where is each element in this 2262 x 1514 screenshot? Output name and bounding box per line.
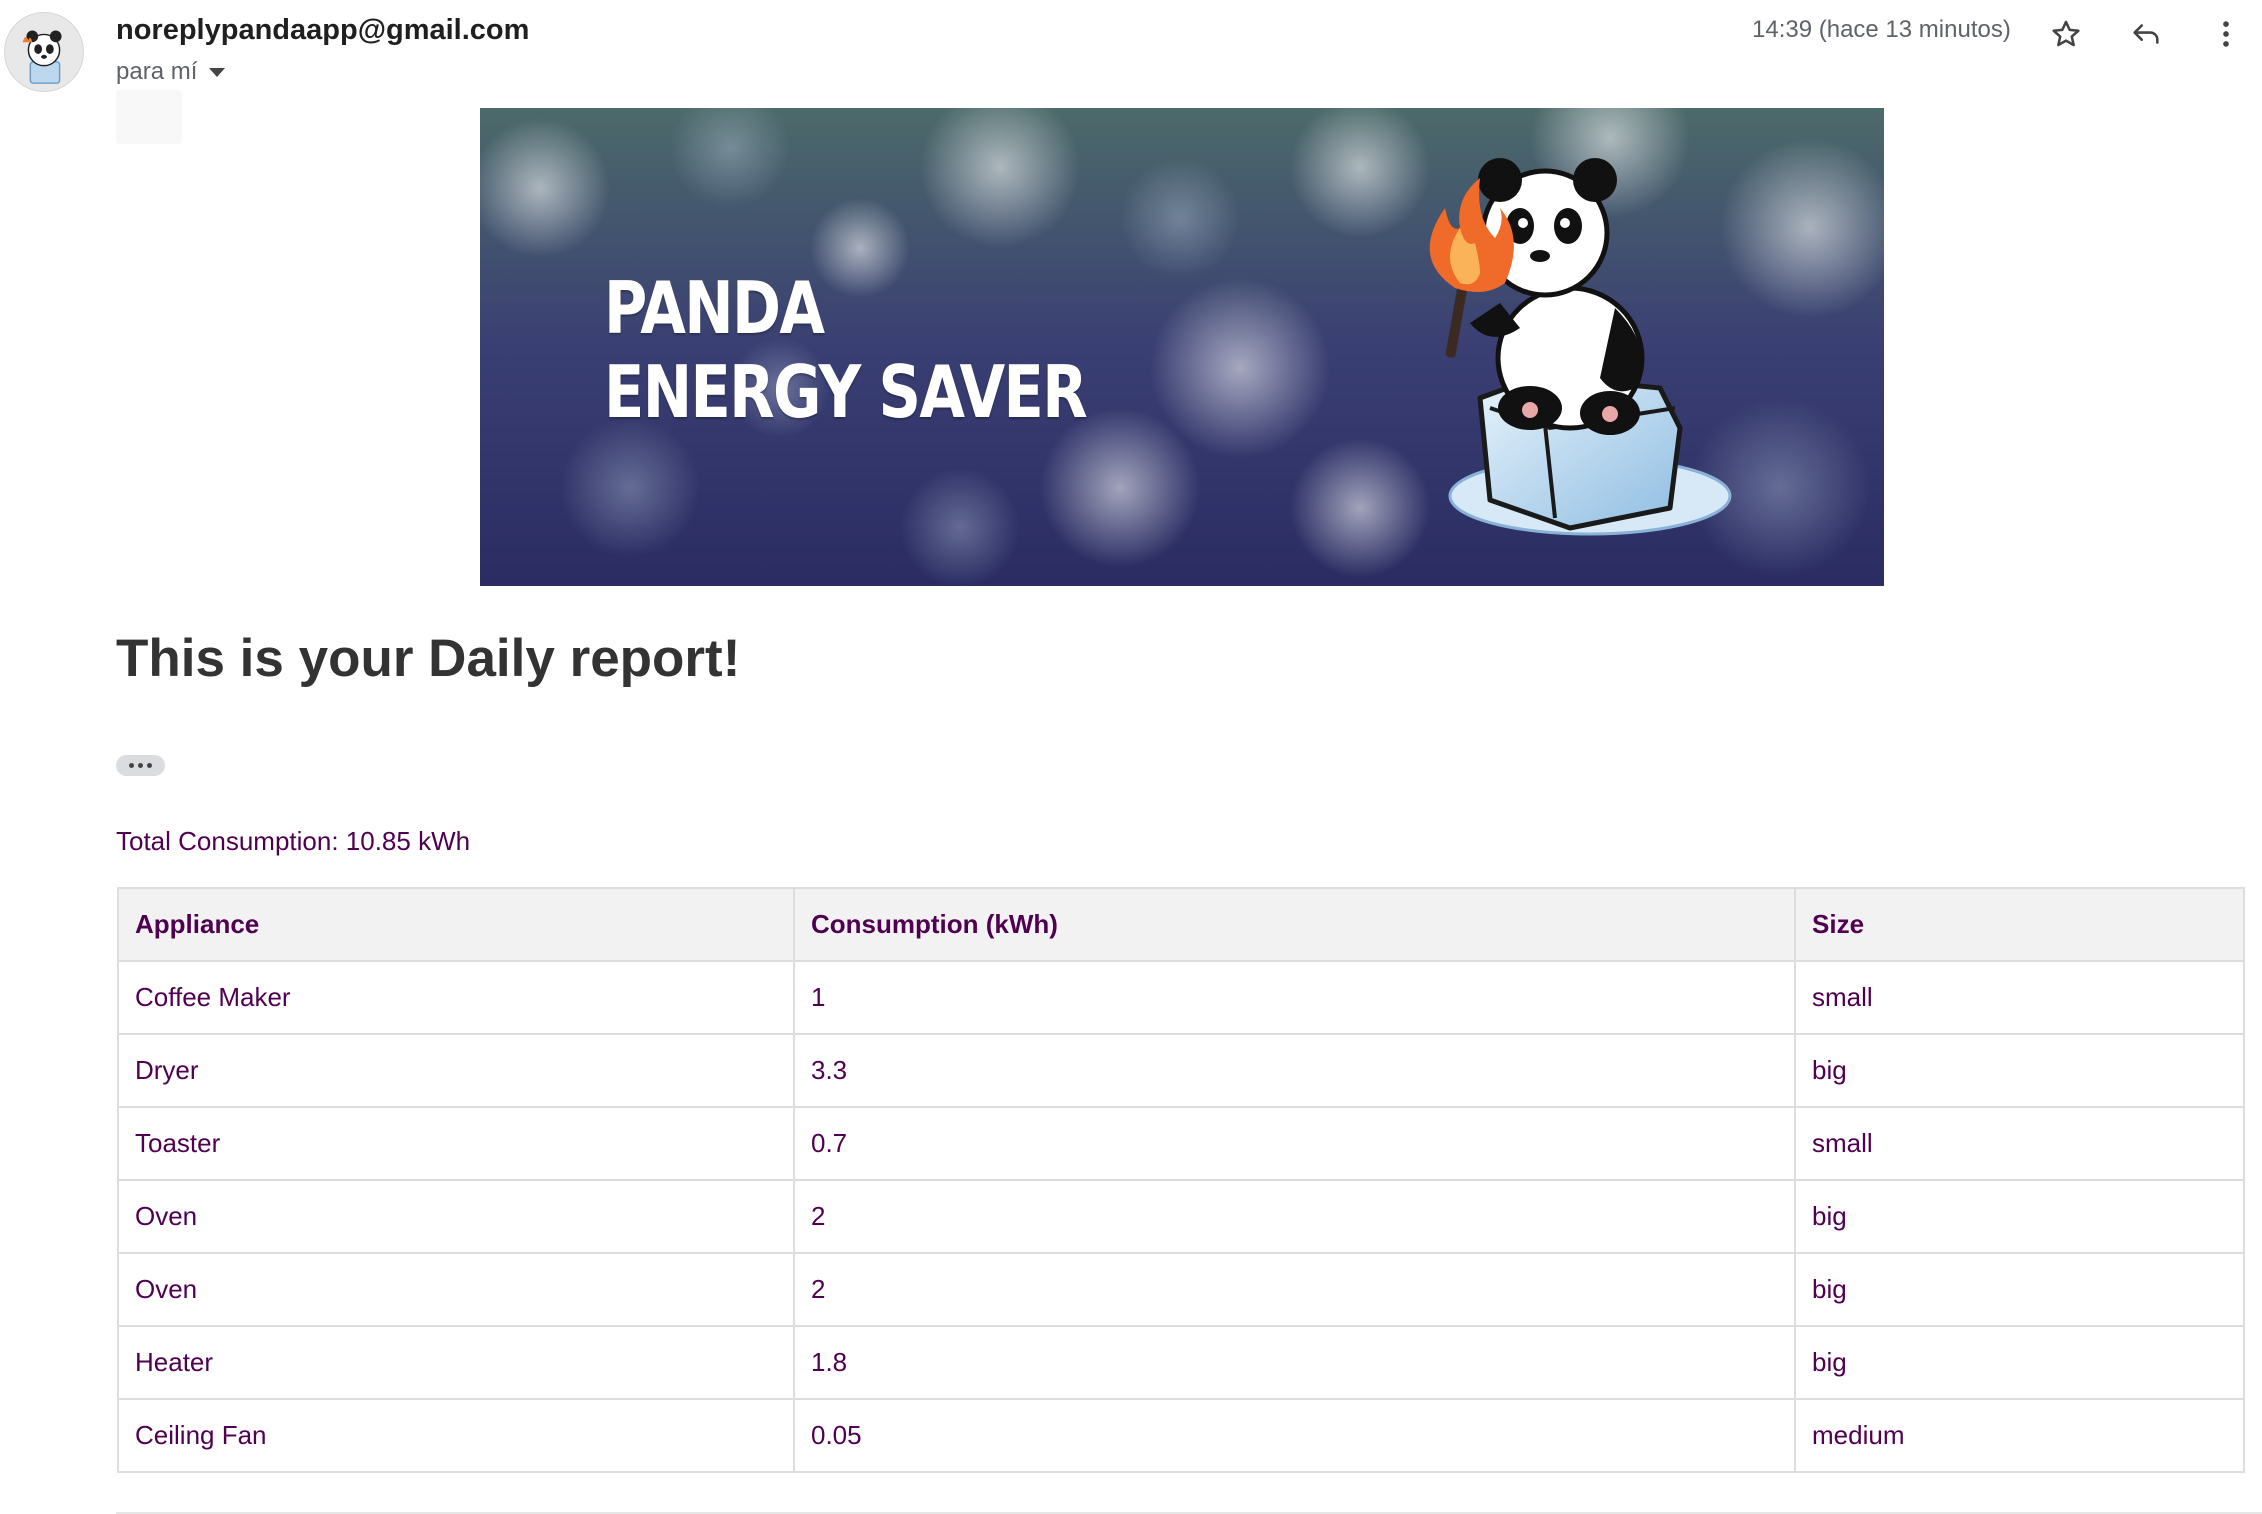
table-row: Oven 2 big xyxy=(117,1179,2245,1254)
appliance-cell: Toaster xyxy=(117,1106,795,1181)
appliance-cell: Oven xyxy=(117,1179,795,1254)
show-trimmed-content-button[interactable] xyxy=(116,755,165,776)
banner-title: PANDA ENERGY SAVER xyxy=(604,266,1088,434)
column-header-consumption: Consumption (kWh) xyxy=(793,887,1796,962)
size-cell: big xyxy=(1794,1325,2245,1400)
consumption-cell: 1 xyxy=(793,960,1796,1035)
size-cell: small xyxy=(1794,1106,2245,1181)
table-row: Heater 1.8 big xyxy=(117,1325,2245,1400)
appliance-cell: Oven xyxy=(117,1252,795,1327)
table-row: Toaster 0.7 small xyxy=(117,1106,2245,1181)
dot-icon xyxy=(147,763,152,768)
consumption-cell: 2 xyxy=(793,1252,1796,1327)
table-row: Ceiling Fan 0.05 medium xyxy=(117,1398,2245,1473)
consumption-cell: 3.3 xyxy=(793,1033,1796,1108)
column-header-size: Size xyxy=(1794,887,2245,962)
dot-icon xyxy=(138,763,143,768)
attachment-placeholder xyxy=(116,90,182,144)
size-cell: big xyxy=(1794,1033,2245,1108)
banner-title-line1: PANDA xyxy=(604,266,825,350)
consumption-cell: 0.05 xyxy=(793,1398,1796,1473)
appliance-cell: Coffee Maker xyxy=(117,960,795,1035)
appliance-cell: Dryer xyxy=(117,1033,795,1108)
email-view: noreplypandaapp@gmail.com para mí 14:39 … xyxy=(0,0,2262,1514)
consumption-cell: 2 xyxy=(793,1179,1796,1254)
consumption-cell: 1.8 xyxy=(793,1325,1796,1400)
size-cell: big xyxy=(1794,1252,2245,1327)
reply-icon[interactable] xyxy=(2124,12,2168,56)
report-title: This is your Daily report! xyxy=(116,629,741,688)
banner-image: PANDA ENERGY SAVER xyxy=(480,108,1884,586)
total-consumption: Total Consumption: 10.85 kWh xyxy=(116,826,471,856)
consumption-table: Appliance Consumption (kWh) Size Coffee … xyxy=(117,887,2245,1473)
recipient-line: para mí xyxy=(116,58,226,86)
appliance-cell: Ceiling Fan xyxy=(117,1398,795,1473)
banner-title-line2: ENERGY SAVER xyxy=(604,350,1088,434)
table-header-row: Appliance Consumption (kWh) Size xyxy=(117,887,2245,962)
email-timestamp: 14:39 (hace 13 minutos) xyxy=(1752,16,2011,43)
column-header-appliance: Appliance xyxy=(117,887,795,962)
dot-icon xyxy=(129,763,134,768)
recipient-label: para mí xyxy=(116,58,198,85)
caret-down-icon[interactable] xyxy=(209,67,226,77)
star-icon[interactable] xyxy=(2044,12,2088,56)
table-row: Coffee Maker 1 small xyxy=(117,960,2245,1035)
panda-avatar-icon[interactable] xyxy=(4,12,84,92)
size-cell: big xyxy=(1794,1179,2245,1254)
appliance-cell: Heater xyxy=(117,1325,795,1400)
table-row: Oven 2 big xyxy=(117,1252,2245,1327)
size-cell: small xyxy=(1794,960,2245,1035)
table-row: Dryer 3.3 big xyxy=(117,1033,2245,1108)
more-vert-icon[interactable] xyxy=(2204,12,2248,56)
consumption-cell: 0.7 xyxy=(793,1106,1796,1181)
size-cell: medium xyxy=(1794,1398,2245,1473)
sender-address[interactable]: noreplypandaapp@gmail.com xyxy=(116,14,529,47)
